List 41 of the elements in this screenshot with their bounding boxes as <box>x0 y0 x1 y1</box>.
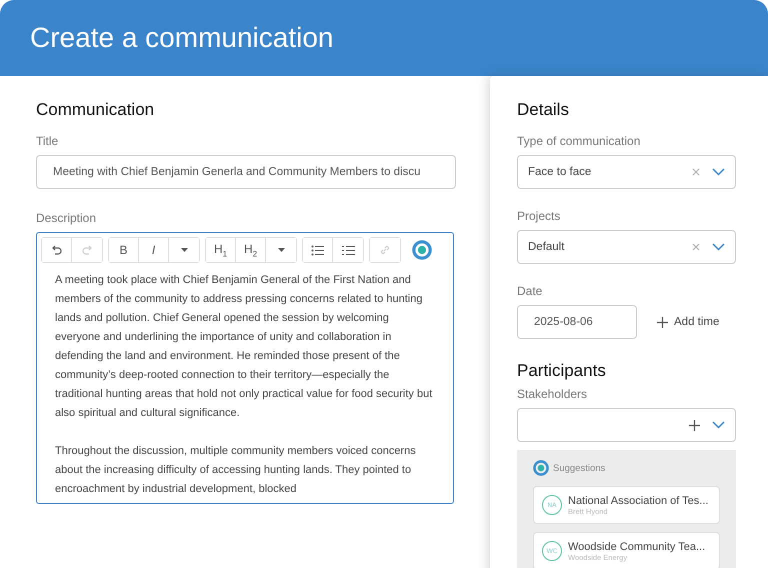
bullets-button[interactable] <box>303 238 333 262</box>
section-heading: Participants <box>517 361 606 381</box>
type-select[interactable]: Face to face <box>517 155 736 189</box>
bold-button[interactable]: B <box>109 238 139 262</box>
field-label: Type of communication <box>517 134 640 148</box>
description-paragraph: A meeting took place with Chief Benjamin General of the First Nation and members of the community to address pressing concerns related to hunting lands and pollution. Chief General opened the session by welcoming everyone and underlining the importance of unity and collaboration in defending the land and environment. He reminded those present of the community’s deep-rooted connection to their territory—especially the traditional hunting areas that hold not only practical value for food security but also spiritual and cultural significance. <box>55 273 434 421</box>
description-editor[interactable] <box>36 232 454 504</box>
link-icon <box>379 244 391 256</box>
bulleted-list-icon <box>311 244 324 256</box>
numbered-list-icon <box>342 244 354 256</box>
assistant-logo-icon[interactable] <box>412 240 432 260</box>
date-field[interactable]: 2025-08-06 <box>517 305 637 339</box>
undo-button[interactable] <box>42 238 72 262</box>
stakeholder-name: National Association of Tes... <box>568 494 708 506</box>
stakeholder-name: Woodside Community Tea... <box>568 540 706 552</box>
undo-icon <box>50 244 62 256</box>
page-title: Create a communication <box>30 22 334 54</box>
section-heading: Details <box>517 100 569 120</box>
redo-icon <box>81 244 93 256</box>
projects-select[interactable]: Default <box>517 230 736 264</box>
assistant-logo-icon <box>533 460 549 476</box>
chevron-down-icon[interactable] <box>712 421 725 429</box>
field-label: Projects <box>517 209 560 223</box>
plus-icon[interactable] <box>689 420 700 430</box>
clear-icon[interactable] <box>692 243 700 251</box>
field-label: Title <box>36 134 58 148</box>
chevron-down-icon[interactable] <box>712 168 725 176</box>
caret-down-icon <box>276 247 286 253</box>
heading-button[interactable]: H$_{1}$ <box>206 238 236 262</box>
add-time-button[interactable]: Add time <box>657 316 720 328</box>
title-field[interactable]: Meeting with Chief Benjamin Generla and Community Members to discu <box>36 155 456 189</box>
clear-icon[interactable] <box>692 168 700 176</box>
field-label: Stakeholders <box>517 387 588 401</box>
caret-down-icon <box>180 247 188 253</box>
suggestions-label: Suggestions <box>553 462 606 474</box>
description-paragraph: Throughout the discussion, multiple community members voiced concerns about the increasing difficulty of accessing hunting lands. They pointed to encroachment by industrial development, blocked <box>55 444 417 497</box>
plus-icon <box>657 316 668 328</box>
chevron-down-icon[interactable] <box>712 243 725 251</box>
field-label: Date <box>517 284 542 298</box>
section-heading: Communication <box>36 100 154 120</box>
field-label: Description <box>36 211 96 225</box>
